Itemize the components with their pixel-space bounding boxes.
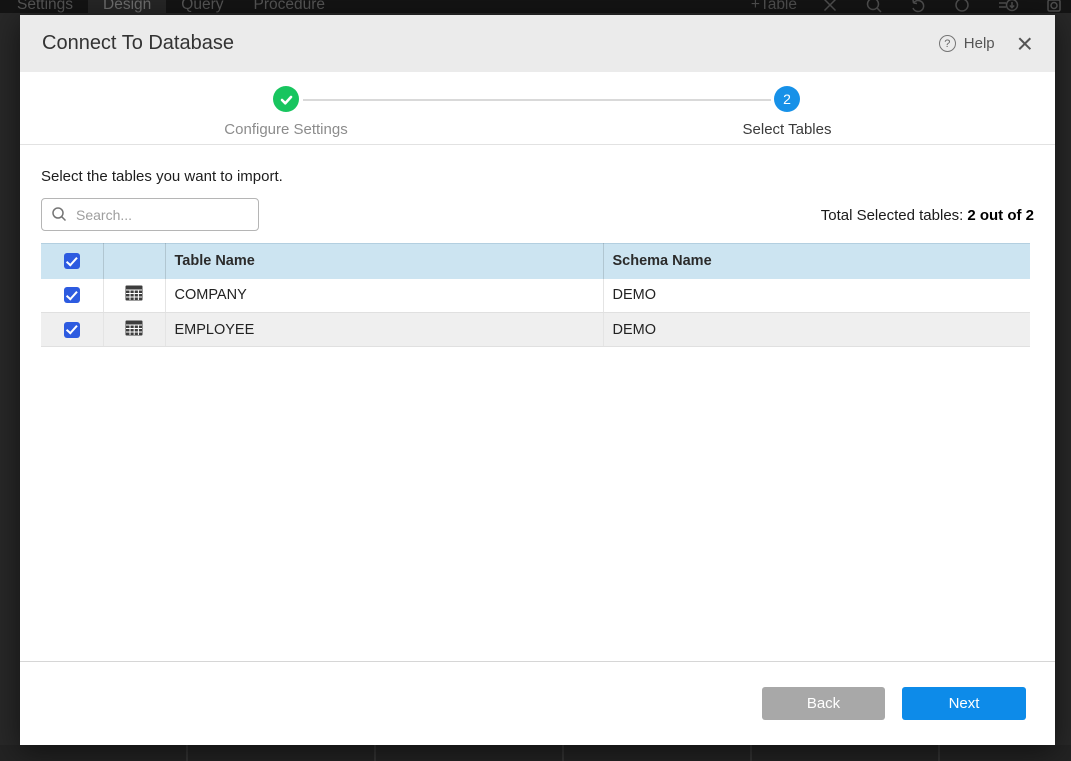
column-header-schema-name: Schema Name (603, 244, 1030, 279)
background-topbar: Settings Design Query Procedure +Table (0, 0, 1071, 13)
icon-column-header (103, 244, 165, 279)
column-header-table-name: Table Name (165, 244, 603, 279)
connect-to-database-dialog: Connect To Database ? Help × Configure S… (20, 15, 1055, 745)
table-grid-icon (125, 285, 143, 305)
step-label: Select Tables (687, 121, 887, 138)
tab-design: Design (88, 0, 166, 13)
close-icon[interactable]: × (1017, 34, 1033, 54)
summary-value: 2 out of 2 (967, 207, 1034, 224)
help-question-icon: ? (939, 35, 956, 52)
zoom-icon (865, 0, 883, 13)
row-checkbox[interactable] (64, 322, 80, 338)
table-name-cell: COMPANY (165, 279, 603, 313)
selected-tables-summary: Total Selected tables:2 out of 2 (821, 207, 1034, 231)
search-icon (51, 206, 68, 223)
help-label: Help (964, 35, 995, 52)
table-grid-icon (125, 320, 143, 340)
dialog-title: Connect To Database (42, 32, 234, 55)
dialog-header: Connect To Database ? Help × (20, 15, 1055, 72)
instruction-text: Select the tables you want to import. (41, 168, 1034, 185)
undo-icon (909, 0, 927, 13)
step-number-badge: 2 (774, 86, 800, 112)
next-button[interactable]: Next (902, 687, 1026, 720)
dialog-content: Select the tables you want to import. To… (20, 145, 1055, 347)
select-all-checkbox[interactable] (64, 253, 80, 269)
step-select-tables[interactable]: 2 Select Tables (687, 86, 887, 138)
tab-procedure: Procedure (238, 0, 340, 13)
add-table-button: +Table (751, 0, 797, 13)
dialog-footer: Back Next (20, 661, 1055, 745)
help-button[interactable]: ? Help (939, 35, 995, 52)
tab-settings: Settings (2, 0, 88, 13)
schema-name-cell: DEMO (603, 313, 1030, 347)
row-checkbox[interactable] (64, 287, 80, 303)
table-row[interactable]: COMPANY DEMO (41, 279, 1030, 313)
step-configure-settings[interactable]: Configure Settings (186, 86, 386, 138)
camera-icon (1045, 0, 1063, 13)
close-icon (821, 0, 839, 13)
schema-name-cell: DEMO (603, 279, 1030, 313)
tab-query: Query (166, 0, 238, 13)
tables-list: Table Name Schema Name COMPANY DEMO EMPL… (41, 243, 1030, 347)
search-input[interactable] (41, 198, 259, 231)
search-box (41, 198, 259, 231)
redo-icon (953, 0, 971, 13)
table-name-cell: EMPLOYEE (165, 313, 603, 347)
table-header-row: Table Name Schema Name (41, 244, 1030, 279)
summary-label: Total Selected tables: (821, 207, 964, 224)
background-bottombar (0, 745, 1071, 761)
stepper: Configure Settings 2 Select Tables (20, 72, 1055, 145)
step-complete-check-icon (273, 86, 299, 112)
export-icon (997, 0, 1019, 13)
table-row[interactable]: EMPLOYEE DEMO (41, 313, 1030, 347)
step-label: Configure Settings (186, 121, 386, 138)
back-button[interactable]: Back (762, 687, 885, 720)
